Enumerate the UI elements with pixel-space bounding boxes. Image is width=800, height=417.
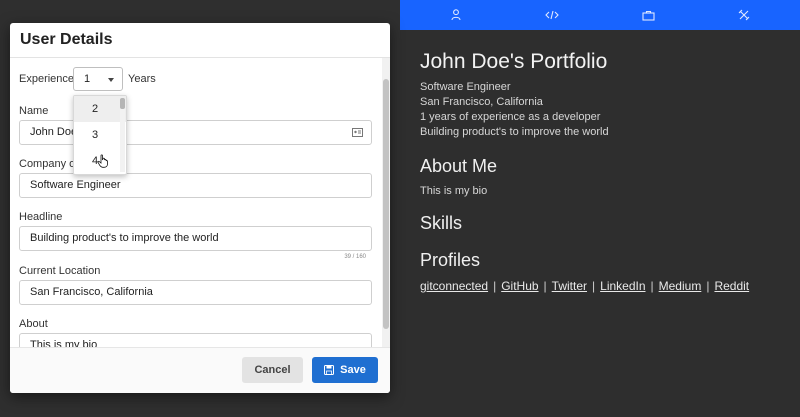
user-details-modal: User Details Experience 1 Years Name Joh… <box>10 23 390 393</box>
profile-link-reddit[interactable]: Reddit <box>714 279 749 293</box>
portfolio-headline: Building product's to improve the world <box>420 126 609 138</box>
about-heading: About Me <box>420 156 498 176</box>
dropdown-scrollbar-thumb[interactable] <box>120 98 125 109</box>
modal-title: User Details <box>20 31 113 48</box>
company-field[interactable]: Software Engineer <box>19 173 372 198</box>
tools-icon[interactable] <box>735 6 753 24</box>
separator: | <box>493 279 497 293</box>
profile-link-linkedin[interactable]: LinkedIn <box>600 279 645 293</box>
user-icon[interactable] <box>447 6 465 24</box>
name-field[interactable]: John Doe <box>19 120 372 145</box>
portfolio-preview: John Doe's Portfolio Software Engineer S… <box>400 0 800 417</box>
experience-option-3[interactable]: 3 <box>74 122 126 148</box>
preview-nav <box>400 0 800 30</box>
save-button[interactable]: Save <box>312 357 378 383</box>
about-label: About <box>19 318 48 330</box>
modal-content: Experience 1 Years Name John Doe Company… <box>10 58 382 348</box>
portfolio-role: Software Engineer <box>420 81 511 93</box>
skills-heading: Skills <box>420 213 463 233</box>
experience-label: Experience <box>19 73 75 85</box>
chevron-down-icon <box>108 78 114 82</box>
separator: | <box>650 279 654 293</box>
profile-link-medium[interactable]: Medium <box>659 279 702 293</box>
headline-char-counter: 39 / 160 <box>344 254 366 260</box>
profile-links: gitconnected | GitHub | Twitter | LinkedIn | Med… <box>420 279 780 293</box>
years-label: Years <box>128 73 156 85</box>
location-field[interactable]: San Francisco, California <box>19 280 372 305</box>
profile-link-gitconnected[interactable]: gitconnected <box>420 279 488 293</box>
company-label: Company or <box>19 158 79 170</box>
experience-option-2[interactable]: 2 <box>74 96 126 122</box>
headline-label: Headline <box>19 211 63 223</box>
portfolio-location: San Francisco, California <box>420 96 543 108</box>
hand-cursor-icon <box>97 154 108 168</box>
profiles-heading: Profiles <box>420 250 481 270</box>
portfolio-title: John Doe's Portfolio <box>420 50 608 73</box>
save-icon <box>324 365 335 375</box>
name-label: Name <box>19 105 49 117</box>
profile-link-twitter[interactable]: Twitter <box>552 279 587 293</box>
portfolio-experience: 1 years of experience as a developer <box>420 111 601 123</box>
modal-footer: Cancel Save <box>10 347 390 393</box>
cancel-button[interactable]: Cancel <box>242 357 303 383</box>
profile-link-github[interactable]: GitHub <box>501 279 538 293</box>
dropdown-scrollbar[interactable] <box>120 98 125 172</box>
modal-scrollbar-thumb[interactable] <box>383 79 389 329</box>
code-icon[interactable] <box>543 6 561 24</box>
separator: | <box>592 279 596 293</box>
headline-field[interactable]: Building product's to improve the world <box>19 226 372 251</box>
contact-card-icon <box>352 128 363 137</box>
briefcase-icon[interactable] <box>639 6 657 24</box>
save-label: Save <box>340 364 366 376</box>
name-value: John Doe <box>30 126 78 138</box>
experience-select[interactable]: 1 <box>73 67 123 91</box>
experience-value: 1 <box>84 73 91 85</box>
location-label: Current Location <box>19 265 101 277</box>
about-field[interactable]: This is my bio <box>19 333 372 348</box>
portfolio-bio: This is my bio <box>420 185 488 197</box>
separator: | <box>543 279 547 293</box>
separator: | <box>706 279 710 293</box>
